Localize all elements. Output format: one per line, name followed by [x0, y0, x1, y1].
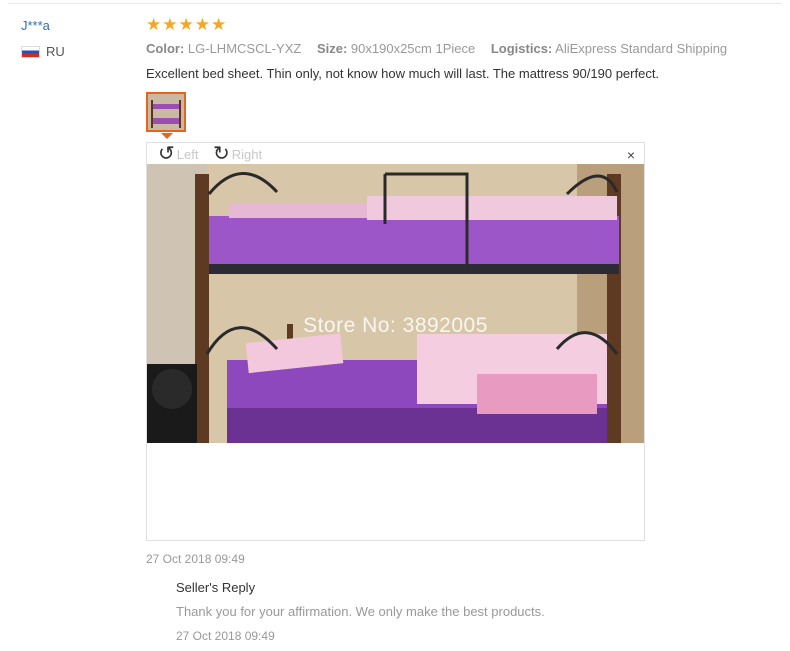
star-icon: ★ [178, 15, 194, 34]
rotate-right-icon: ↻ [213, 143, 230, 165]
rotate-right-label: Right [231, 146, 263, 162]
rotate-left-label: Left [176, 146, 199, 162]
logistics-value: AliExpress Standard Shipping [555, 41, 728, 56]
review-photo-thumbnail[interactable] [146, 92, 186, 132]
star-icon: ★ [211, 15, 227, 34]
seller-reply-date: 27 Oct 2018 09:49 [176, 629, 275, 643]
review-date: 27 Oct 2018 09:49 [146, 552, 245, 566]
reviewer-country: RU [21, 44, 65, 59]
review-text: Excellent bed sheet. Thin only, not know… [146, 66, 660, 81]
star-icon: ★ [194, 15, 210, 34]
seller-reply-text: Thank you for your affirmation. We only … [176, 604, 545, 619]
color-label: Color: [146, 41, 185, 56]
seller-reply-title: Seller's Reply [176, 580, 256, 595]
russia-flag-icon [21, 45, 40, 58]
close-icon[interactable]: × [627, 147, 635, 163]
rotate-left-icon: ↺ [158, 143, 175, 165]
store-watermark: Store No: 3892005 [303, 314, 488, 337]
reviewer-name[interactable]: J***a [21, 18, 50, 33]
rotate-left-button[interactable]: ↺ Left [158, 143, 199, 165]
divider [8, 3, 782, 4]
photo-viewer: ↺ Left ↻ Right × Store No: 3892005 [146, 142, 645, 541]
thumbnail-pointer [161, 133, 173, 139]
star-icon: ★ [162, 15, 178, 34]
rating-stars: ★ ★ ★ ★ ★ [146, 15, 226, 35]
star-icon: ★ [146, 15, 162, 34]
size-value: 90x190x25cm 1Piece [350, 41, 476, 56]
order-details: Color: LG-LHMCSCL-YXZ Size: 90x190x25cm … [146, 41, 727, 56]
logistics-label: Logistics: [490, 41, 553, 56]
country-code: RU [46, 44, 65, 59]
size-label: Size: [316, 41, 348, 56]
color-value: LG-LHMCSCL-YXZ [187, 41, 302, 56]
review-photo: Store No: 3892005 [147, 164, 644, 443]
rotate-right-button[interactable]: ↻ Right [213, 143, 263, 165]
